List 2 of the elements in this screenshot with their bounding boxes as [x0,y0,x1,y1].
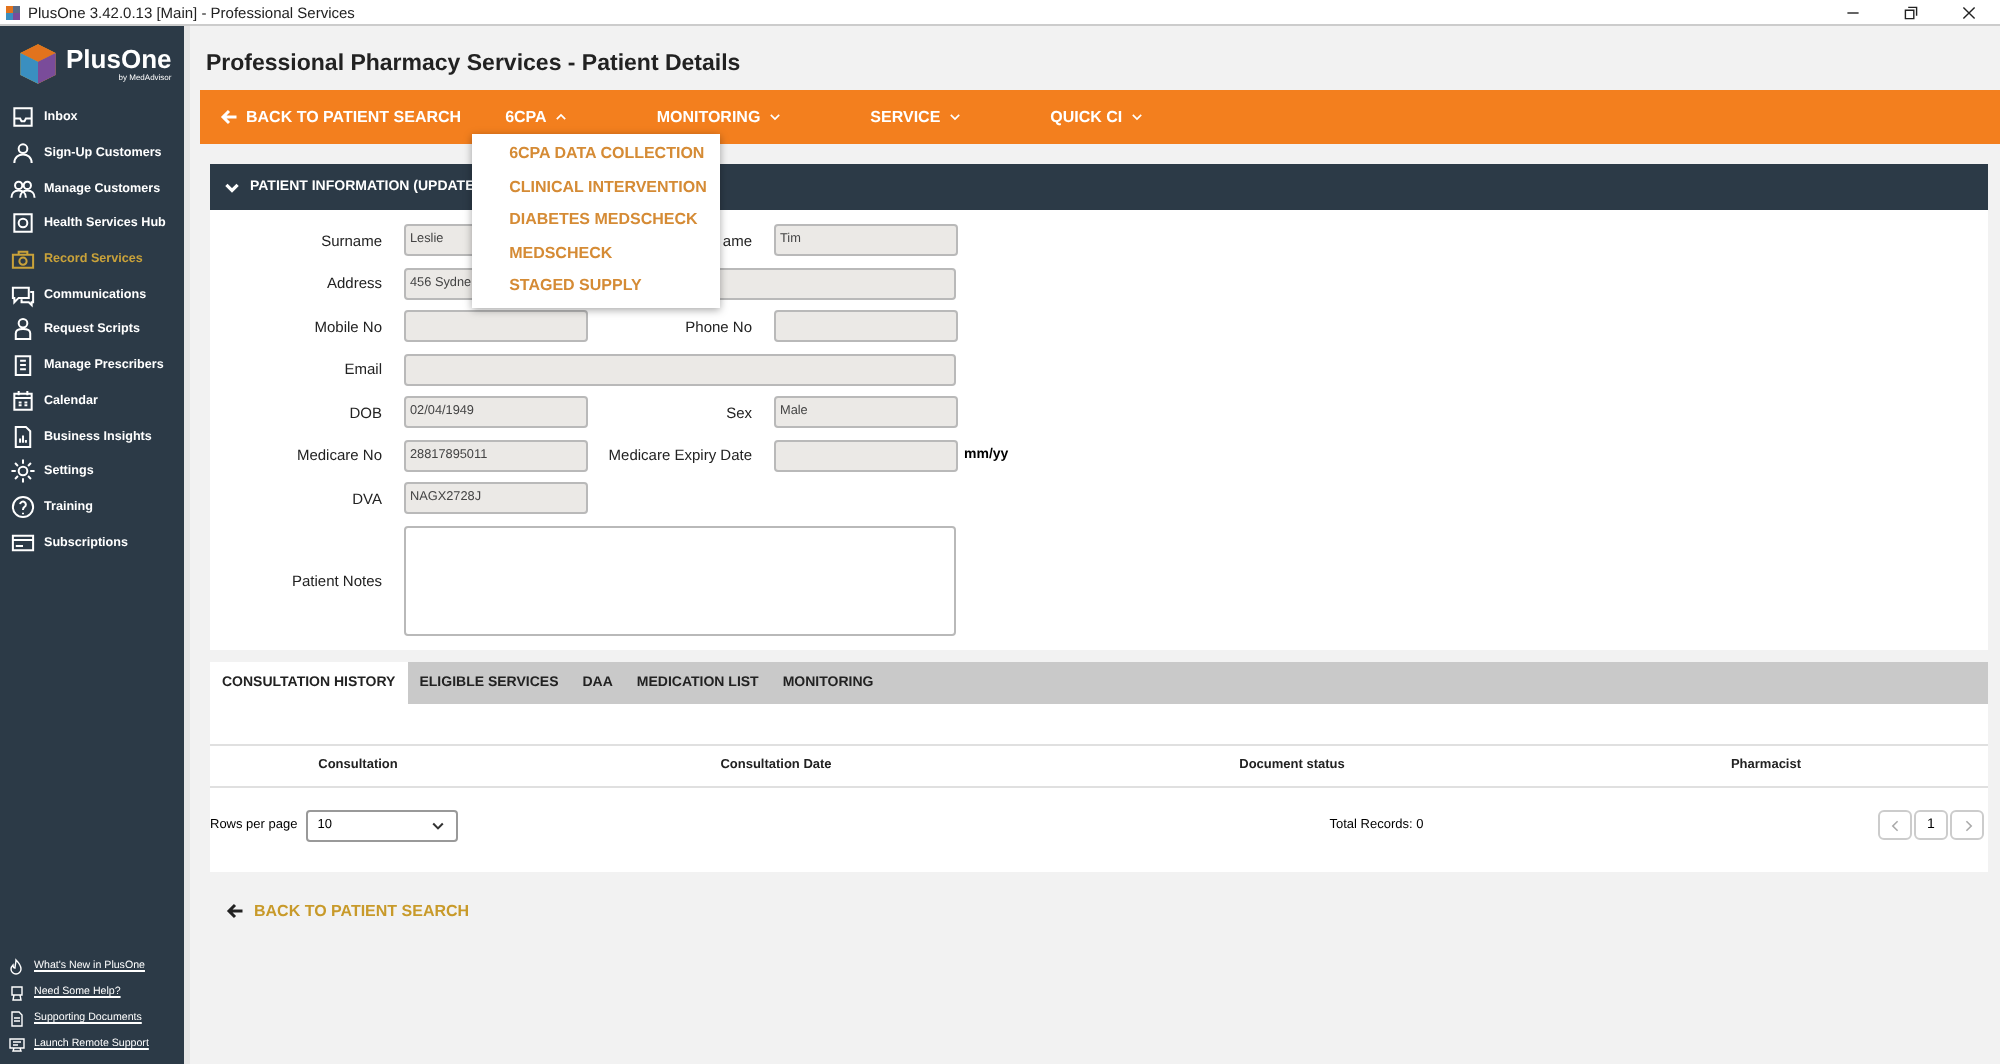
page-title: Professional Pharmacy Services - Patient Details [204,50,743,80]
logo-text: PlusOne [66,46,172,72]
